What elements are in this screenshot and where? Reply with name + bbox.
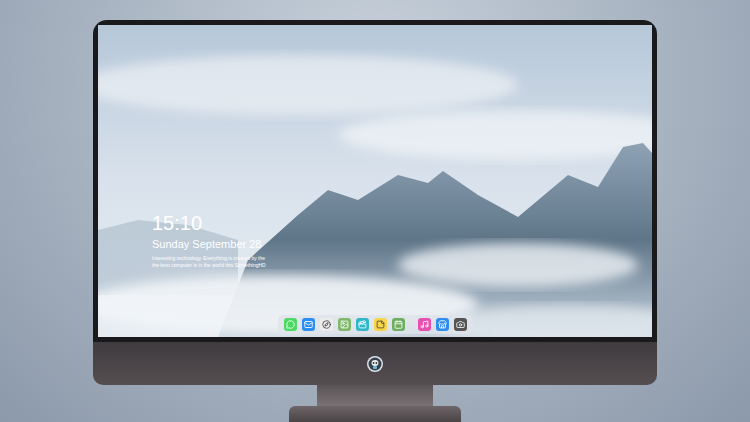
dock-app-icon[interactable] xyxy=(320,318,333,331)
screen-bezel: 15:10 Sunday September 28 Interesting tech… xyxy=(93,20,657,342)
brand-logo-icon xyxy=(366,355,384,373)
dock-app-icon[interactable] xyxy=(374,318,387,331)
monitor-chin xyxy=(93,342,657,385)
caption: Interesting technology. Everything is cr… xyxy=(152,255,652,269)
dock-app-icon[interactable] xyxy=(392,318,405,331)
dock xyxy=(278,315,473,334)
clock-time: 15:10 xyxy=(152,211,652,235)
page: 15:10 Sunday September 28 Interesting tech… xyxy=(0,0,750,422)
monitor: 15:10 Sunday September 28 Interesting tech… xyxy=(93,20,657,385)
dock-row xyxy=(98,315,652,337)
caption-line: the best computer is in the world this S… xyxy=(152,262,652,269)
monitor-base xyxy=(289,406,461,422)
dock-app-icon[interactable] xyxy=(436,318,449,331)
dock-app-icon[interactable] xyxy=(284,318,297,331)
screen: 15:10 Sunday September 28 Interesting tech… xyxy=(98,25,652,337)
clock-date: Sunday September 28 xyxy=(152,237,652,251)
wallpaper-mountains xyxy=(98,25,652,337)
monitor-neck xyxy=(317,385,433,406)
dock-app-icon[interactable] xyxy=(418,318,431,331)
caption-line: Interesting technology. Everything is cr… xyxy=(152,255,652,262)
lock-clock: 15:10 Sunday September 28 Interesting tech… xyxy=(98,25,652,269)
dock-app-icon[interactable] xyxy=(454,318,467,331)
dock-app-icon[interactable] xyxy=(356,318,369,331)
dock-app-icon[interactable] xyxy=(302,318,315,331)
dock-app-icon[interactable] xyxy=(338,318,351,331)
